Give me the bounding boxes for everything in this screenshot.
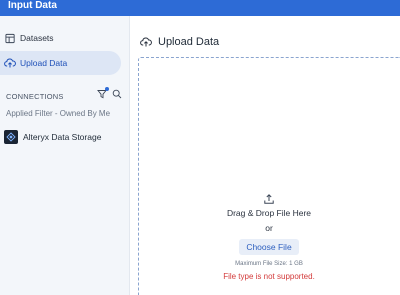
error-message: File type is not supported. — [223, 272, 315, 281]
choose-file-button[interactable]: Choose File — [239, 239, 299, 255]
connection-item-alteryx-data-storage[interactable]: Alteryx Data Storage — [4, 129, 122, 145]
dropzone-content: Drag & Drop File Here or Choose File Max… — [138, 192, 400, 281]
sidebar-item-datasets[interactable]: Datasets — [0, 26, 121, 50]
window-title-bar: Input Data — [0, 0, 400, 16]
cloud-upload-icon — [4, 57, 16, 69]
alteryx-logo-icon — [4, 130, 18, 144]
datasets-icon — [4, 32, 16, 44]
search-icon[interactable] — [112, 89, 122, 99]
drag-drop-text: Drag & Drop File Here — [226, 208, 312, 218]
connections-actions — [97, 87, 122, 99]
connections-header: CONNECTIONS — [6, 87, 122, 103]
sidebar-item-upload-data[interactable]: Upload Data — [0, 51, 121, 75]
or-text: or — [265, 223, 273, 233]
upload-icon — [263, 192, 275, 204]
connection-label: Alteryx Data Storage — [23, 132, 102, 142]
sidebar: Datasets Upload Data CONNECTIONS Applied… — [0, 16, 130, 295]
filter-icon[interactable] — [97, 87, 109, 99]
max-file-size-text: Maximum File Size: 1 GB — [235, 261, 303, 267]
page-title: Upload Data — [140, 34, 219, 50]
sidebar-item-label: Upload Data — [20, 58, 68, 68]
filter-active-dot — [105, 87, 109, 91]
window-title: Input Data — [8, 0, 57, 11]
page-title-text: Upload Data — [158, 36, 220, 48]
sidebar-item-label: Datasets — [20, 33, 54, 43]
connections-title: CONNECTIONS — [6, 91, 64, 101]
applied-filter-text: Applied Filter - Owned By Me — [6, 109, 111, 118]
cloud-upload-icon — [140, 36, 152, 48]
